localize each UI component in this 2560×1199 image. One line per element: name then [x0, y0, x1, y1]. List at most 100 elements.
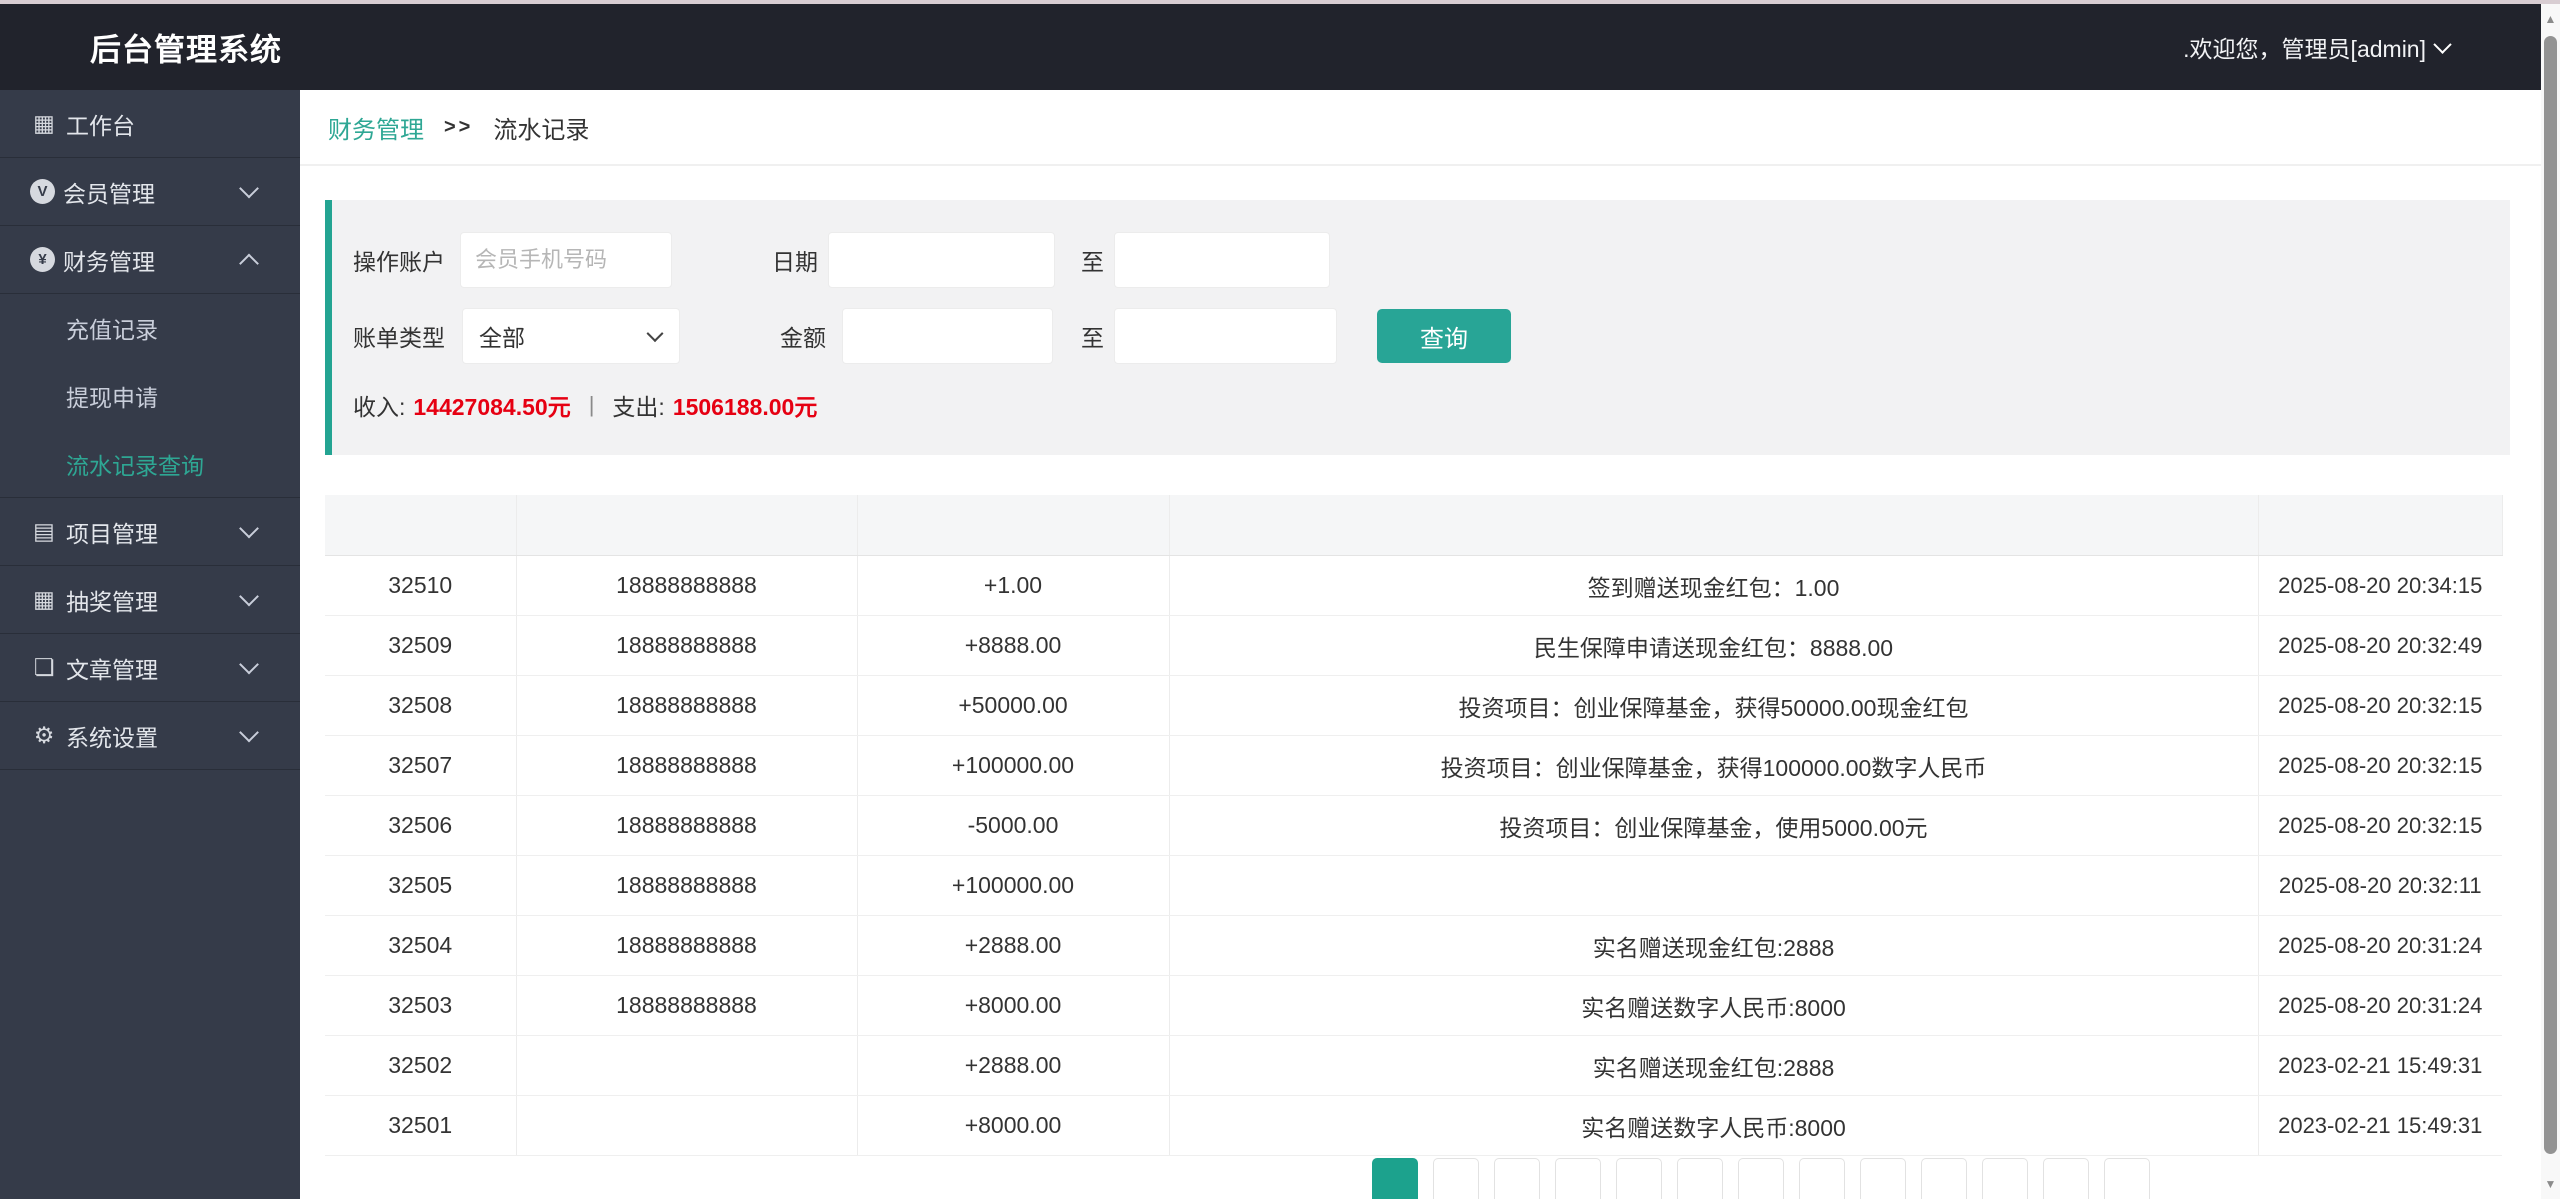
page-button-9[interactable] — [1860, 1158, 1906, 1199]
counterparty-cell: 18888888888 — [516, 915, 858, 976]
chevron-up-icon — [239, 253, 259, 273]
article-icon — [30, 654, 58, 681]
created-at-cell: 2025-08-20 20:34:15 — [2258, 555, 2502, 616]
amount-to-label: 至 — [1081, 325, 1104, 351]
next-page-button[interactable] — [2043, 1158, 2089, 1199]
order-no-cell: 32507 — [325, 735, 517, 796]
column-header — [325, 495, 517, 556]
amount-cell: +100000.00 — [857, 855, 1170, 916]
sidebar-item-settings[interactable]: 系统设置 — [0, 702, 300, 770]
order-no-cell: 32504 — [325, 915, 517, 976]
counterparty-cell: 18888888888 — [516, 675, 858, 736]
breadcrumb-section[interactable]: 财务管理 — [328, 110, 424, 145]
order-no-cell: 32509 — [325, 615, 517, 676]
scrollbar-thumb[interactable] — [2544, 36, 2557, 1154]
date-from-input[interactable] — [828, 232, 1055, 288]
filter-summary-row: 收入: 14427084.50元 | 支出: 1506188.00元 — [332, 382, 817, 428]
counterparty-cell: 18888888888 — [516, 615, 858, 676]
amount-to-input[interactable] — [1114, 308, 1337, 364]
created-at-cell: 2025-08-20 20:32:15 — [2258, 675, 2502, 736]
page-button-7[interactable] — [1738, 1158, 1784, 1199]
counterparty-cell: 18888888888 — [516, 795, 858, 856]
page-button-68[interactable] — [2104, 1158, 2150, 1199]
sidebar-item-projects[interactable]: 项目管理 — [0, 498, 300, 566]
account-input[interactable] — [460, 232, 672, 288]
user-menu[interactable]: .欢迎您，管理员[admin] — [2183, 30, 2452, 64]
page-button-8[interactable] — [1799, 1158, 1845, 1199]
scroll-up-icon[interactable]: ▲ — [2541, 10, 2560, 28]
search-button[interactable]: 查询 — [1377, 309, 1511, 363]
page-button-11[interactable] — [1982, 1158, 2028, 1199]
created-at-cell: 2025-08-20 20:31:24 — [2258, 915, 2502, 976]
created-at-cell: 2025-08-20 20:31:24 — [2258, 975, 2502, 1036]
order-no-cell: 32510 — [325, 555, 517, 616]
detail-cell: 投资项目：创业保障基金，使用5000.00元 — [1169, 795, 2259, 856]
page-button-3[interactable] — [1494, 1158, 1540, 1199]
date-to-label: 至 — [1081, 249, 1104, 275]
counterparty-cell: 18888888888 — [516, 855, 858, 916]
detail-cell: 投资项目：创业保障基金，获得100000.00数字人民币 — [1169, 735, 2259, 796]
bill-type-label: 账单类型 — [353, 325, 445, 351]
workbench-icon — [30, 110, 58, 137]
page-button-5[interactable] — [1616, 1158, 1662, 1199]
finance-icon: ¥ — [30, 247, 55, 272]
detail-cell: 投资项目：创业保障基金，获得50000.00现金红包 — [1169, 675, 2259, 736]
amount-cell: +1.00 — [857, 555, 1170, 616]
page-button-6[interactable] — [1677, 1158, 1723, 1199]
top-header-bar: 后台管理系统 .欢迎您，管理员[admin] — [0, 4, 2541, 90]
detail-cell: 实名赠送现金红包:2888 — [1169, 915, 2259, 976]
page-button-10[interactable] — [1921, 1158, 1967, 1199]
order-no-cell: 32501 — [325, 1095, 517, 1156]
detail-cell: 实名赠送数字人民币:8000 — [1169, 1095, 2259, 1156]
sidebar-item-finance[interactable]: ¥ 财务管理 — [0, 226, 300, 294]
page-button-2[interactable] — [1433, 1158, 1479, 1199]
amount-cell: +8000.00 — [857, 975, 1170, 1036]
vertical-scrollbar[interactable]: ▲ ▼ — [2541, 4, 2560, 1199]
sidebar-item-members[interactable]: V 会员管理 — [0, 158, 300, 226]
sidebar-nav: 工作台 V 会员管理 ¥ 财务管理 充值记录 提现申请 — [0, 90, 300, 770]
detail-cell — [1169, 855, 2259, 916]
income-label: 收入: — [353, 394, 406, 420]
sidebar-item-workbench[interactable]: 工作台 — [0, 90, 300, 158]
sidebar: 工作台 V 会员管理 ¥ 财务管理 充值记录 提现申请 — [0, 90, 300, 1199]
counterparty-cell — [516, 1095, 858, 1156]
chevron-down-icon — [239, 518, 259, 538]
order-no-cell: 32505 — [325, 855, 517, 916]
chevron-down-icon — [239, 586, 259, 606]
sidebar-item-flow-records[interactable]: 流水记录查询 — [0, 430, 300, 498]
chevron-down-icon — [2433, 34, 2452, 54]
sidebar-item-articles[interactable]: 文章管理 — [0, 634, 300, 702]
page-button-4[interactable] — [1555, 1158, 1601, 1199]
income-value: 14427084.50元 — [413, 394, 571, 420]
sidebar-item-lottery[interactable]: 抽奖管理 — [0, 566, 300, 634]
detail-cell: 实名赠送现金红包:2888 — [1169, 1035, 2259, 1096]
table-row: 32503 18888888888 +8000.00 实名赠送数字人民币:800… — [325, 975, 2502, 1036]
created-at-cell: 2025-08-20 20:32:15 — [2258, 735, 2502, 796]
column-header — [857, 495, 1170, 556]
chevron-down-icon — [239, 178, 259, 198]
account-label: 操作账户 — [353, 249, 445, 275]
amount-from-input[interactable] — [842, 308, 1053, 364]
detail-cell: 实名赠送数字人民币:8000 — [1169, 975, 2259, 1036]
chevron-down-icon — [239, 722, 259, 742]
counterparty-cell: 18888888888 — [516, 735, 858, 796]
bill-type-select[interactable]: 全部 — [462, 308, 680, 364]
records-table: 32510 18888888888 +1.00 签到赠送现金红包：1.00 20… — [325, 495, 2503, 1156]
welcome-text: .欢迎您，管理员[admin] — [2183, 36, 2426, 62]
page-button-1[interactable] — [1372, 1158, 1418, 1199]
lottery-icon — [30, 586, 58, 613]
amount-cell: +2888.00 — [857, 915, 1170, 976]
sidebar-item-recharge-records[interactable]: 充值记录 — [0, 294, 300, 362]
summary-divider: | — [588, 392, 595, 417]
sidebar-item-withdraw-requests[interactable]: 提现申请 — [0, 362, 300, 430]
detail-cell: 民生保障申请送现金红包：8888.00 — [1169, 615, 2259, 676]
created-at-cell: 2025-08-20 20:32:11 — [2258, 855, 2502, 916]
table-row: 32510 18888888888 +1.00 签到赠送现金红包：1.00 20… — [325, 555, 2502, 616]
table-row: 32501 +8000.00 实名赠送数字人民币:8000 2023-02-21… — [325, 1095, 2502, 1156]
date-to-input[interactable] — [1114, 232, 1330, 288]
chevron-down-icon — [239, 654, 259, 674]
table-row: 32507 18888888888 +100000.00 投资项目：创业保障基金… — [325, 735, 2502, 796]
scroll-down-icon[interactable]: ▼ — [2541, 1175, 2560, 1193]
created-at-cell: 2023-02-21 15:49:31 — [2258, 1095, 2502, 1156]
breadcrumb-separator: >> — [444, 115, 474, 138]
